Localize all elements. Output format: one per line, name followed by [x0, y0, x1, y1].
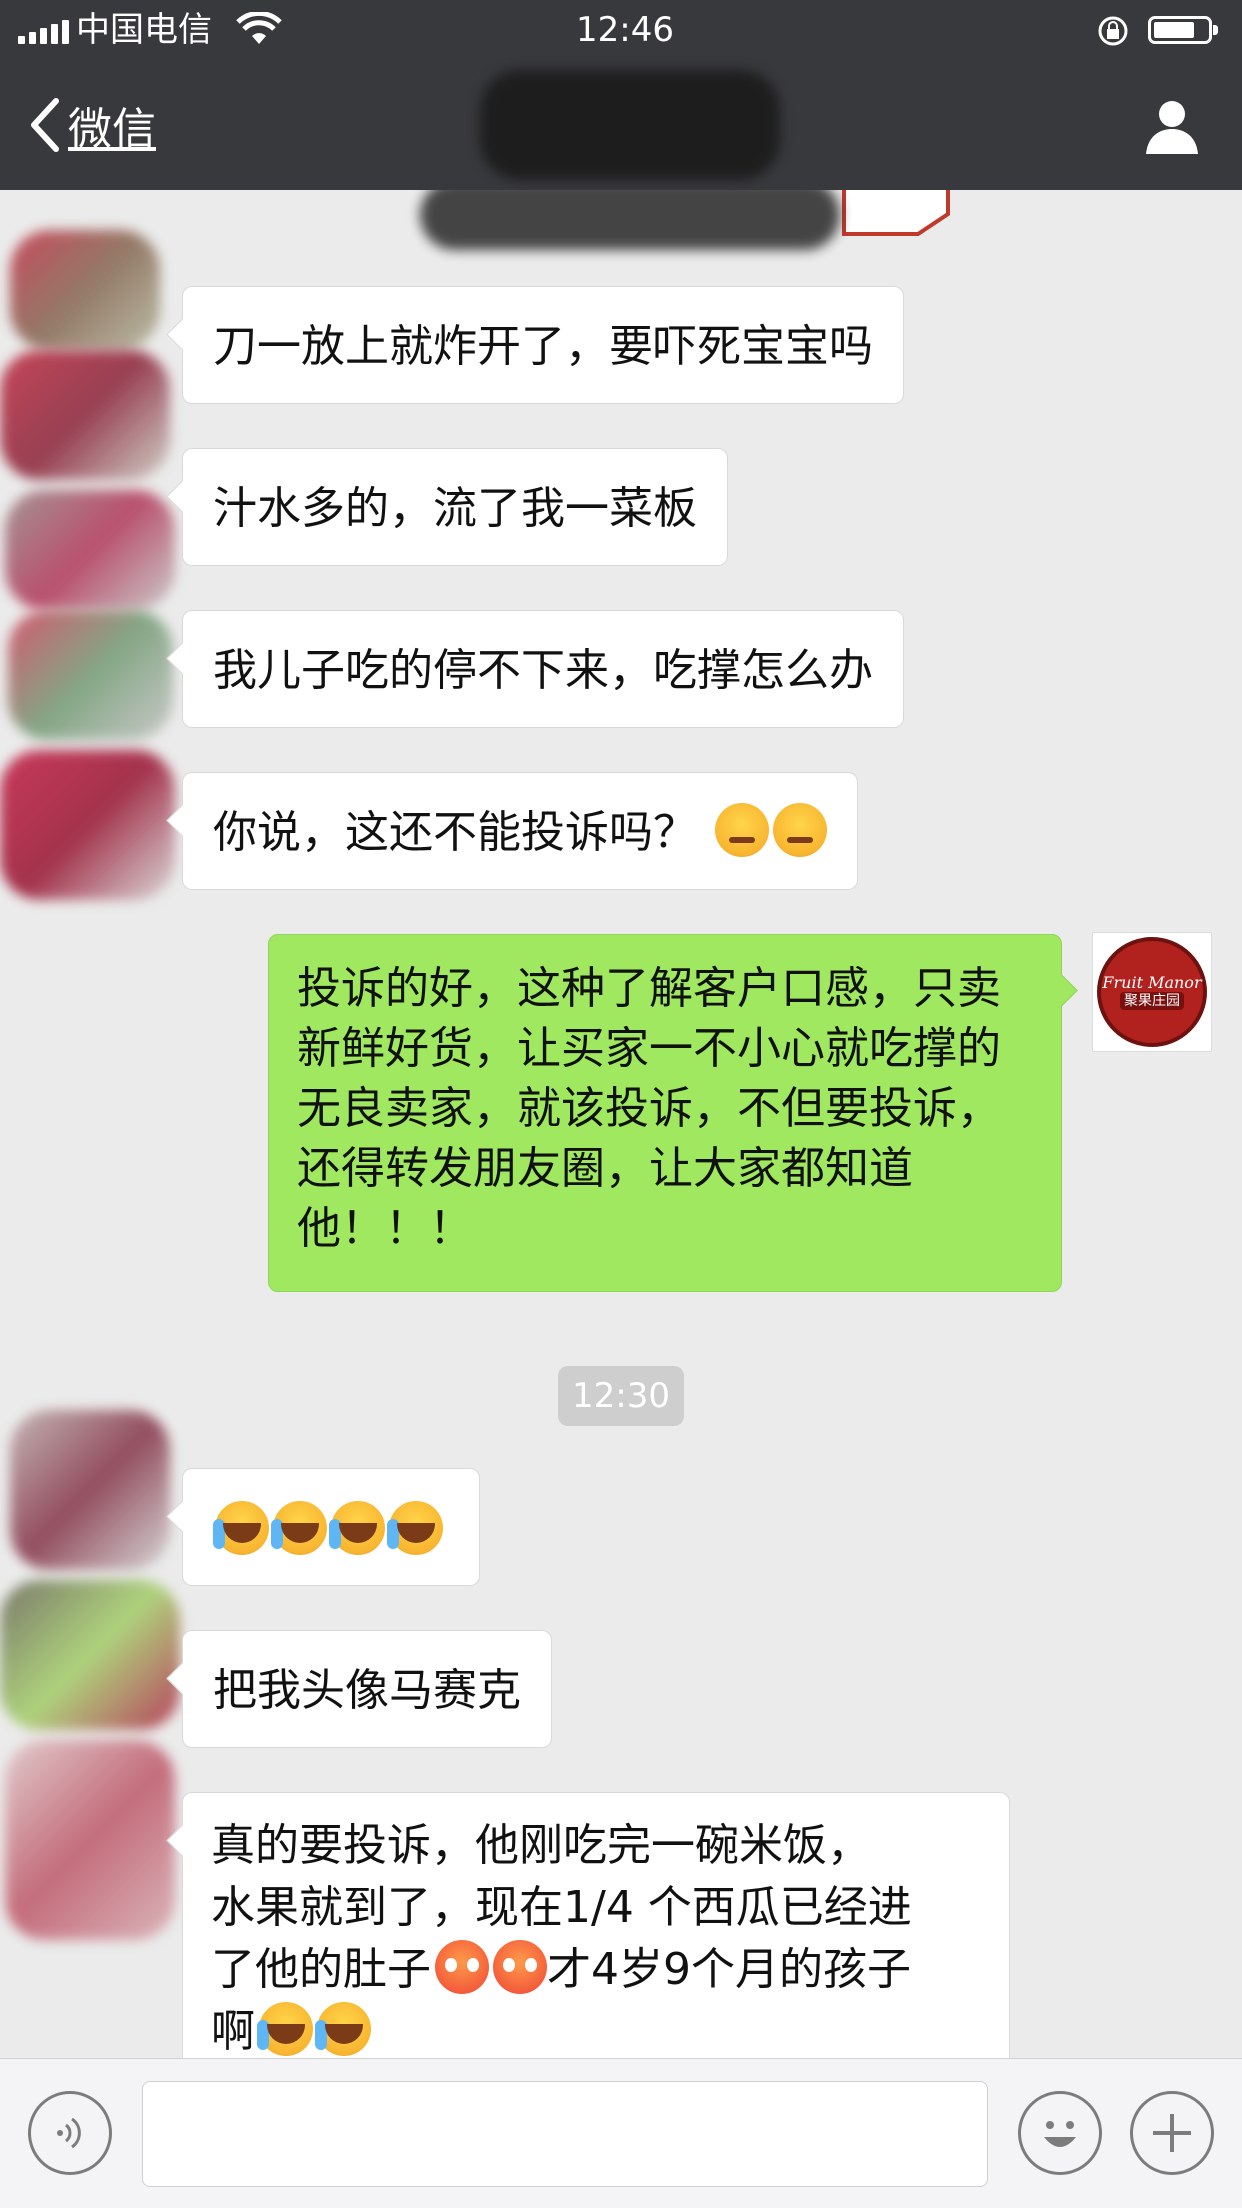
crying-emoji-icon [329, 1501, 385, 1555]
message-bubble[interactable]: 你说，这还不能投诉吗？ [182, 772, 858, 890]
carrier-label: 中国电信 [76, 10, 212, 50]
crying-emoji-icon [271, 1501, 327, 1555]
smirk-emoji-icon [715, 803, 769, 857]
user-icon[interactable] [1142, 96, 1202, 156]
wifi-icon [236, 12, 282, 44]
message-text: 你说，这还不能投诉吗？ [213, 807, 697, 858]
logo-line-1: Fruit Manor [1102, 973, 1202, 992]
redacted-title [420, 60, 840, 190]
message-line: 了他的肚子 [211, 1944, 431, 1995]
back-button[interactable]: 微信 [28, 90, 156, 160]
crying-emoji-icon [213, 1501, 269, 1555]
crying-emoji-icon [315, 2002, 371, 2056]
crying-emoji-icon [257, 2002, 313, 2056]
emoji-icon [1044, 2121, 1076, 2147]
message-text: 我儿子吃的停不下来，吃撑怎么办 [213, 645, 873, 696]
message-text: 汁水多的，流了我一菜板 [213, 483, 697, 534]
fruit-manor-logo: Fruit Manor 聚果庄园 [1097, 937, 1207, 1047]
smirk-emoji-icon [773, 803, 827, 857]
avatar-left [0, 1410, 190, 2058]
voice-icon [57, 2117, 81, 2149]
avatar-own[interactable]: Fruit Manor 聚果庄园 [1092, 932, 1212, 1052]
message-bubble[interactable]: 真的要投诉，他刚吃完一碗米饭， 水果就到了，现在1/4 个西瓜已经进 了他的肚子… [182, 1792, 1010, 2058]
voice-button[interactable] [28, 2091, 112, 2175]
flushed-emoji-icon [435, 1940, 489, 1994]
status-bar: 中国电信 12:46 [0, 0, 1242, 60]
message-bubble[interactable]: 把我头像马赛克 [182, 1630, 552, 1748]
sticker-partial [842, 190, 950, 236]
back-label: 微信 [68, 104, 156, 155]
emoji-button[interactable] [1018, 2091, 1102, 2175]
lock-rotation-icon [1098, 16, 1128, 46]
message-line: 真的要投诉，他刚吃完一碗米饭， [211, 1820, 871, 1871]
clock: 12:46 [576, 10, 674, 50]
message-text: 投诉的好，这种了解客户口感，只卖新鲜好货，让买家一不小心就吃撑的无良卖家，就该投… [297, 963, 1001, 1254]
flushed-emoji-icon [493, 1940, 547, 1994]
message-line: 水果就到了，现在1/4 个西瓜已经进 [211, 1882, 912, 1933]
message-line: 才4岁9个月的孩子 [547, 1944, 911, 1995]
chat-area[interactable]: 刀一放上就炸开了，要吓死宝宝吗 汁水多的，流了我一菜板 我儿子吃的停不下来，吃撑… [0, 190, 1242, 2058]
timestamp: 12:30 [558, 1366, 684, 1426]
back-chevron-icon [31, 98, 59, 152]
signal-icon [18, 20, 69, 44]
message-input[interactable] [142, 2081, 988, 2187]
input-bar [0, 2058, 1242, 2208]
message-text: 把我头像马赛克 [213, 1665, 521, 1716]
avatar-left [0, 210, 190, 930]
crying-emoji-icon [387, 1501, 443, 1555]
message-bubble[interactable]: 我儿子吃的停不下来，吃撑怎么办 [182, 610, 904, 728]
plus-icon [1153, 2114, 1191, 2152]
message-bubble[interactable] [182, 1468, 480, 1586]
message-bubble-own[interactable]: 投诉的好，这种了解客户口感，只卖新鲜好货，让买家一不小心就吃撑的无良卖家，就该投… [268, 934, 1062, 1292]
message-text: 刀一放上就炸开了，要吓死宝宝吗 [213, 321, 873, 372]
message-bubble[interactable]: 刀一放上就炸开了，要吓死宝宝吗 [182, 286, 904, 404]
battery-icon [1148, 16, 1218, 44]
nav-bar: 微信 [0, 60, 1242, 190]
message-bubble[interactable]: 汁水多的，流了我一菜板 [182, 448, 728, 566]
logo-line-2: 聚果庄园 [1120, 992, 1184, 1010]
message-line: 啊 [211, 2006, 255, 2057]
more-button[interactable] [1130, 2091, 1214, 2175]
